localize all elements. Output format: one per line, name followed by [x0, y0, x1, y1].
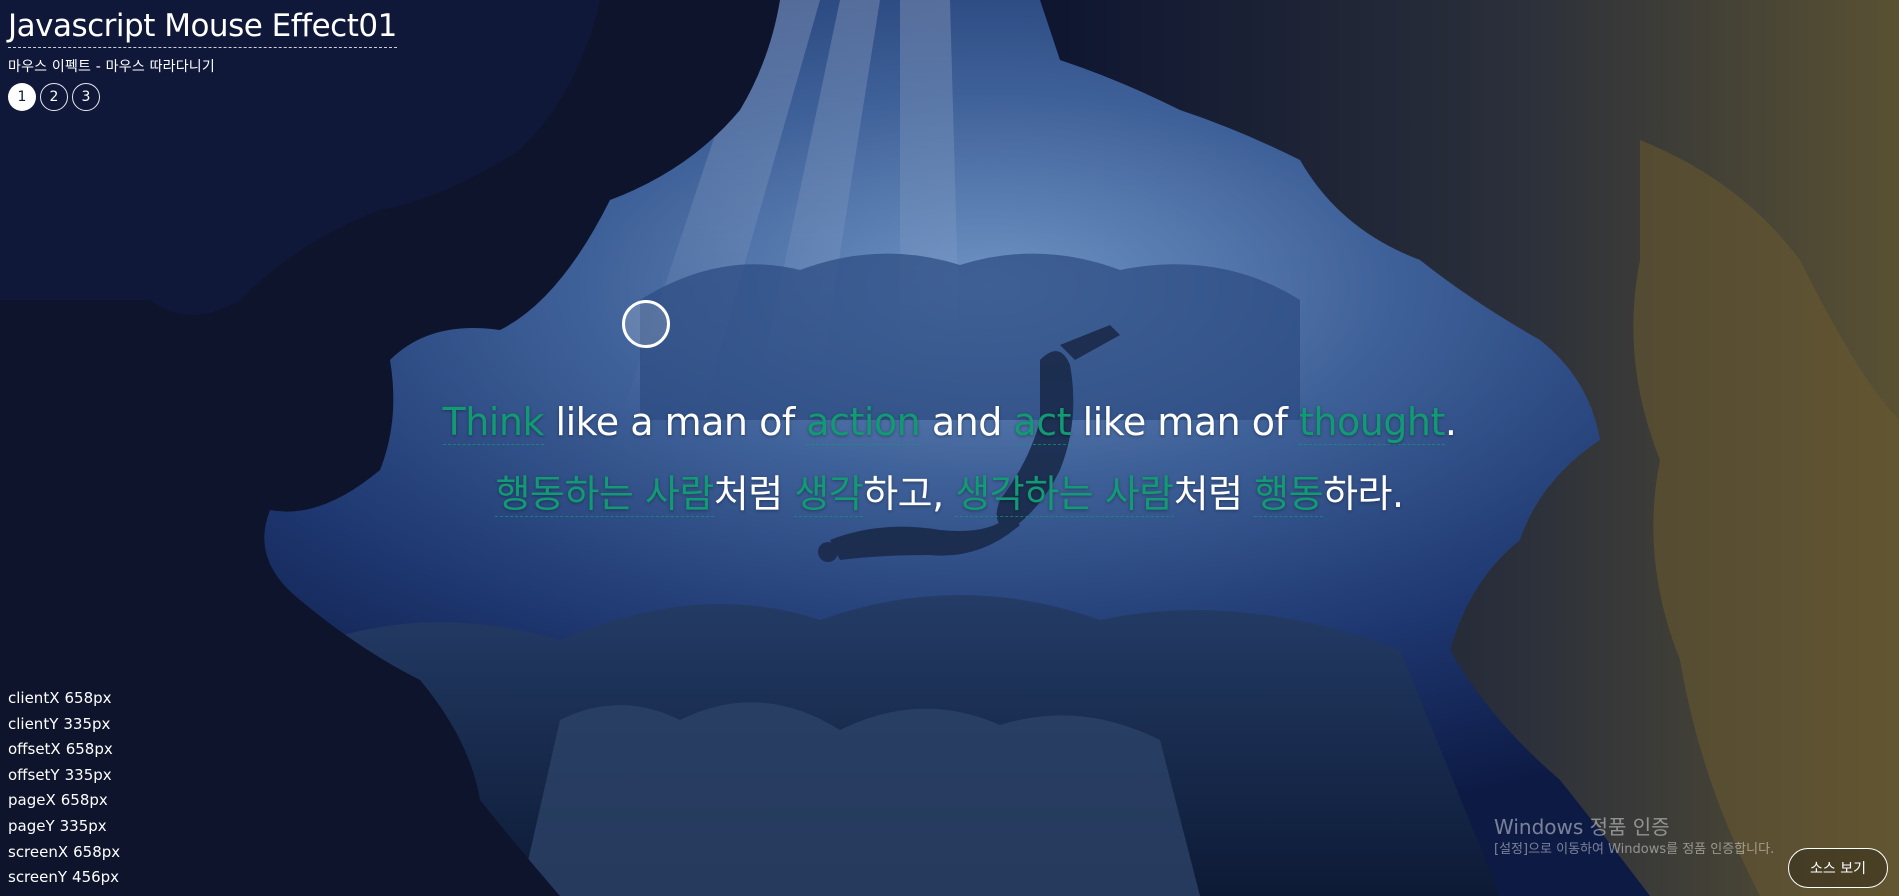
quote-english: Think like a man of action and act like … [0, 386, 1899, 458]
mouse-cursor-circle [622, 300, 670, 348]
info-value: 335px [64, 765, 112, 784]
quote-word: 처럼 [713, 472, 795, 516]
quote-word: 행동 [1254, 472, 1324, 517]
info-row-screenY: screenY 456px [8, 865, 120, 891]
info-row-screenX: screenX 658px [8, 840, 120, 866]
page-link-3[interactable]: 3 [72, 83, 100, 111]
info-label: offsetY [8, 765, 60, 784]
info-value: 335px [59, 816, 107, 835]
info-label: clientX [8, 689, 60, 707]
quote-word: action [806, 400, 921, 445]
quote-word: 행동하는 사람 [495, 472, 714, 517]
quote-word: 생각 [794, 472, 864, 517]
quote-word: like man of [1071, 400, 1299, 444]
info-label: screenY [8, 868, 68, 887]
page-title: Javascript Mouse Effect01 [8, 6, 397, 48]
info-value: 658px [73, 842, 121, 861]
info-row-clientY: clientY 335px [8, 712, 120, 738]
page-link-1[interactable]: 1 [8, 83, 36, 111]
info-row-offsetX: offsetX 658px [8, 737, 120, 763]
info-row-pageX: pageX 658px [8, 788, 120, 814]
quote-text: Think like a man of action and act like … [0, 386, 1899, 530]
quote-word: 생각하는 사람 [955, 472, 1174, 517]
info-value: 658px [65, 740, 113, 759]
quote-word: like a man of [543, 400, 807, 444]
page-pagination: 1 2 3 [8, 83, 397, 111]
quote-word: 하고, [863, 472, 956, 516]
quote-word: . [1444, 400, 1457, 444]
quote-word: Think [442, 400, 544, 445]
info-row-offsetY: offsetY 335px [8, 763, 120, 789]
mouse-info-panel: clientX 658px clientY 335px offsetX 658px o… [8, 686, 120, 891]
header: Javascript Mouse Effect01 마우스 이펙트 - 마우스 … [8, 6, 397, 111]
quote-word: thought [1298, 400, 1445, 445]
info-label: pageY [8, 816, 55, 835]
info-label: clientY [8, 714, 59, 733]
quote-korean: 행동하는 사람처럼 생각하고, 생각하는 사람처럼 행동하라. [0, 458, 1899, 530]
info-label: offsetX [8, 740, 61, 759]
page-link-2[interactable]: 2 [40, 83, 68, 111]
quote-word: act [1013, 400, 1071, 445]
quote-word: 처럼 [1173, 472, 1255, 516]
info-value: 658px [60, 791, 108, 810]
underwater-scene: Javascript Mouse Effect01 마우스 이펙트 - 마우스 … [0, 0, 1899, 896]
info-value: 658px [64, 689, 112, 707]
quote-word: 하라. [1323, 472, 1404, 516]
info-value: 335px [63, 714, 111, 733]
info-value: 456px [72, 868, 120, 887]
quote-word: and [920, 400, 1014, 444]
info-label: screenX [8, 842, 69, 861]
page-subtitle: 마우스 이펙트 - 마우스 따라다니기 [8, 59, 215, 75]
view-source-button[interactable]: 소스 보기 [1788, 848, 1888, 888]
info-label: pageX [8, 791, 56, 810]
info-row-clientX: clientX 658px [8, 686, 120, 712]
info-row-pageY: pageY 335px [8, 814, 120, 840]
